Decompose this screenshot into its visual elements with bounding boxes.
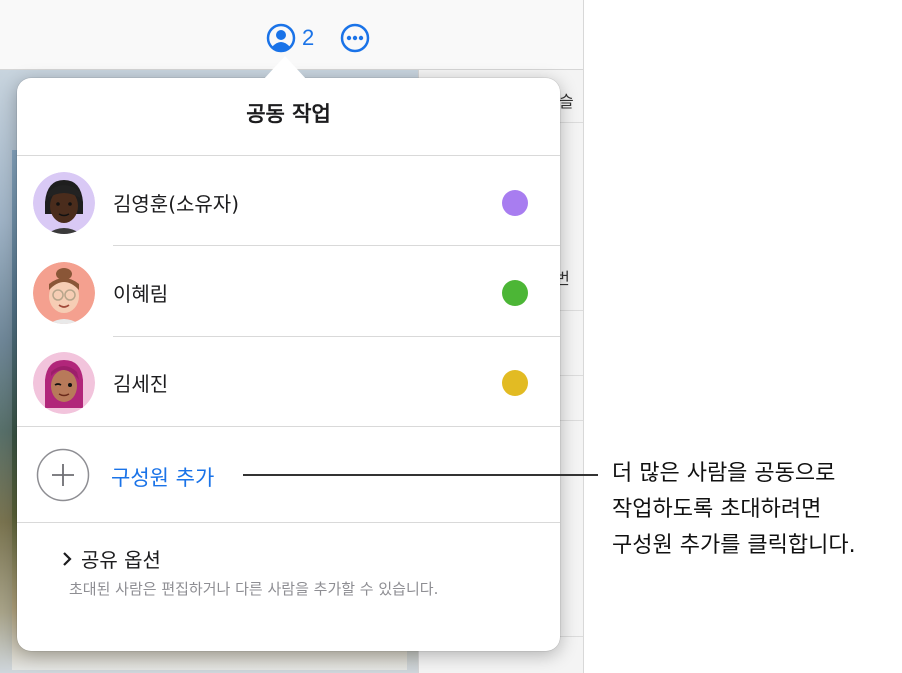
participant-color-dot bbox=[502, 280, 528, 306]
divider bbox=[113, 336, 560, 337]
popover-arrow bbox=[263, 56, 307, 80]
collaboration-button[interactable]: 2 bbox=[266, 23, 326, 53]
avatar bbox=[33, 352, 95, 414]
callout-text: 더 많은 사람을 공동으로 작업하도록 초대하려면 구성원 추가를 클릭합니다. bbox=[612, 456, 902, 564]
participant-name: 김영훈(소유자) bbox=[113, 192, 240, 216]
memoji-avatar-icon bbox=[33, 262, 95, 324]
callout-line-3: 구성원 추가를 클릭합니다. bbox=[612, 533, 856, 558]
share-options-description: 초대된 사람은 편집하거나 다른 사람을 추가할 수 있습니다. bbox=[69, 580, 439, 598]
person-circle-icon bbox=[266, 23, 296, 53]
popover-title: 공동 작업 bbox=[246, 102, 331, 126]
add-member-label: 구성원 추가 bbox=[111, 466, 215, 490]
memoji-avatar-icon bbox=[33, 172, 95, 234]
callout-line bbox=[243, 474, 598, 476]
collaborator-count: 2 bbox=[302, 25, 315, 50]
share-options-label: 공유 옵션 bbox=[81, 548, 161, 572]
plus-circle-icon bbox=[36, 448, 90, 502]
share-options-button[interactable]: 공유 옵션 bbox=[61, 544, 161, 573]
memoji-avatar-icon bbox=[33, 352, 95, 414]
participant-row[interactable]: 김세진 bbox=[17, 338, 560, 428]
participant-name: 김세진 bbox=[113, 372, 169, 396]
sidebar-text-top: 슬 bbox=[559, 92, 574, 111]
callout-line-2: 작업하도록 초대하려면 bbox=[612, 497, 822, 522]
chevron-right-icon bbox=[63, 551, 72, 566]
participant-color-dot bbox=[502, 370, 528, 396]
ellipsis-circle-icon bbox=[340, 23, 370, 53]
more-options-button[interactable] bbox=[340, 23, 370, 53]
divider bbox=[17, 155, 560, 156]
divider bbox=[17, 522, 560, 523]
avatar bbox=[33, 262, 95, 324]
collaboration-popover: 공동 작업 김영훈(소유자) 이혜림 김세진 구성원 추가 공유 옵션 초대된 … bbox=[17, 78, 560, 651]
participant-row[interactable]: 이혜림 bbox=[17, 248, 560, 338]
avatar bbox=[33, 172, 95, 234]
participant-color-dot bbox=[502, 190, 528, 216]
divider bbox=[113, 245, 560, 246]
callout-line-1: 더 많은 사람을 공동으로 bbox=[612, 461, 836, 486]
participant-row[interactable]: 김영훈(소유자) bbox=[17, 158, 560, 248]
participant-name: 이혜림 bbox=[113, 282, 169, 306]
divider bbox=[17, 426, 560, 427]
